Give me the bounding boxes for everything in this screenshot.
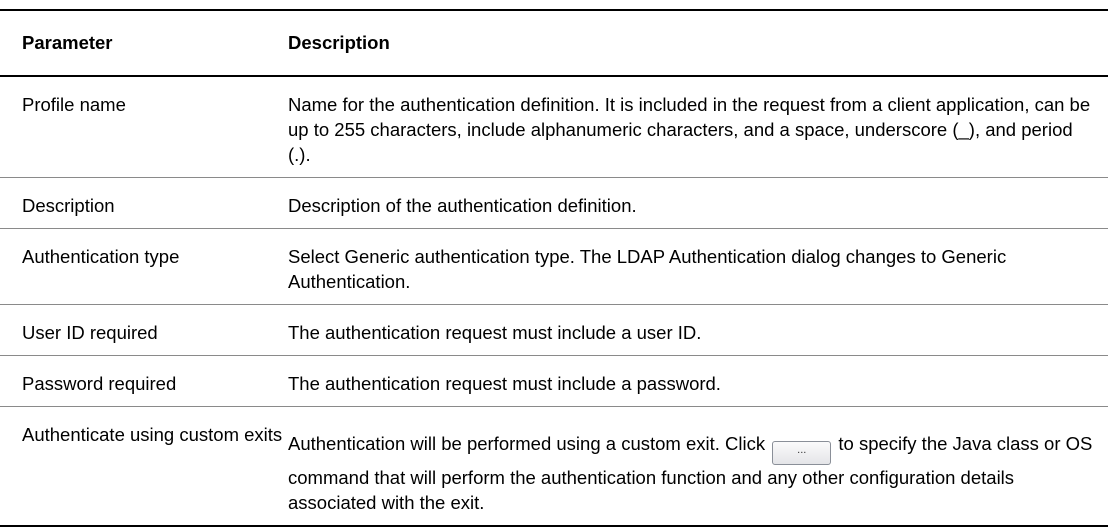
description-column-header: Description [288,9,1108,77]
parameter-column-header: Parameter [0,9,288,77]
parameter-cell: Password required [0,355,288,407]
description-cell: The authentication request must include … [288,304,1108,356]
parameter-table: Parameter Description Profile name Name … [0,9,1108,527]
description-cell: Name for the authentication definition. … [288,76,1108,178]
table-row: Profile name Name for the authentication… [0,76,1108,178]
parameter-cell: Profile name [0,76,288,178]
parameter-cell: User ID required [0,304,288,356]
table-row: Authentication type Select Generic authe… [0,228,1108,305]
table-row: Authenticate using custom exits Authenti… [0,406,1108,527]
table-row: Password required The authentication req… [0,355,1108,407]
parameter-cell: Description [0,177,288,229]
description-cell: Description of the authentication defini… [288,177,1108,229]
table-row: Description Description of the authentic… [0,177,1108,229]
parameter-cell: Authentication type [0,228,288,305]
ellipsis-button[interactable]: ... [772,441,832,465]
parameter-cell: Authenticate using custom exits [0,406,288,527]
description-text-before: Authentication will be performed using a… [288,433,766,454]
description-cell: The authentication request must include … [288,355,1108,407]
table-row: User ID required The authentication requ… [0,304,1108,356]
table-header-row: Parameter Description [0,9,1108,77]
description-cell: Select Generic authentication type. The … [288,228,1108,305]
description-cell: Authentication will be performed using a… [288,406,1108,527]
